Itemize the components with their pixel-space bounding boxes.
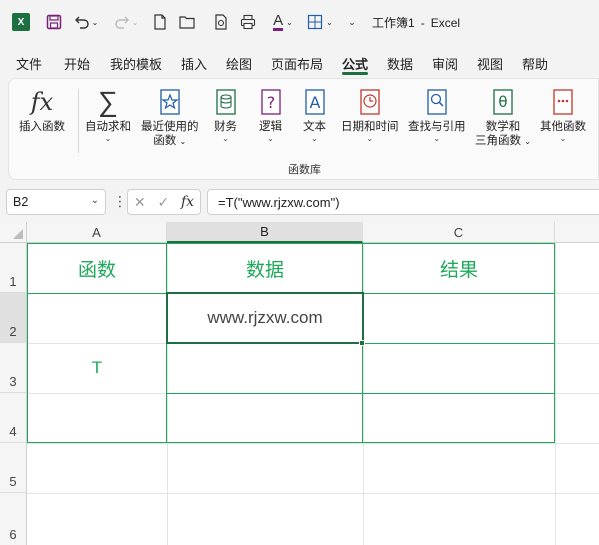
tab-data[interactable]: 数据 bbox=[387, 54, 413, 73]
fx-icon: fx bbox=[30, 88, 54, 116]
row-header-2[interactable]: 2 bbox=[0, 293, 27, 343]
cell-a2-merged[interactable]: T bbox=[27, 293, 167, 443]
selected-cell-outline bbox=[166, 292, 364, 344]
new-file-icon[interactable] bbox=[150, 10, 170, 34]
theta-book-icon: θ bbox=[492, 87, 514, 117]
chevron-down-icon: ⌄ bbox=[366, 134, 374, 143]
column-header-b[interactable]: B bbox=[167, 222, 363, 243]
formula-controls: ✕ ✓ fx bbox=[127, 189, 201, 215]
sigma-icon: ∑ bbox=[98, 86, 118, 117]
cell-b1[interactable]: 数据 bbox=[167, 243, 363, 293]
more-options-icon[interactable]: ⋮ bbox=[113, 193, 127, 210]
font-color-icon[interactable]: A ⌄ bbox=[266, 10, 300, 34]
ribbon-panel: fx 插入函数 ∑ 自动求和 ⌄ 最近使用的 函数 ⌄ 财务 ⌄ ? 逻辑 ⌄ A… bbox=[8, 78, 599, 180]
math-trig-button[interactable]: θ 数学和 三角函数 ⌄ bbox=[475, 87, 531, 149]
print-icon[interactable] bbox=[238, 10, 258, 34]
date-time-button[interactable]: 日期和时间 ⌄ bbox=[341, 87, 399, 144]
column-header-a[interactable]: A bbox=[27, 222, 167, 243]
more-functions-icon bbox=[552, 87, 574, 117]
cell-c1[interactable]: 结果 bbox=[363, 243, 555, 293]
row-header-5[interactable]: 5 bbox=[0, 443, 27, 493]
tab-file[interactable]: 文件 bbox=[16, 54, 42, 73]
tab-draw[interactable]: 绘图 bbox=[226, 54, 252, 73]
excel-logo-icon: X bbox=[12, 13, 30, 31]
logical-button[interactable]: ? 逻辑 ⌄ bbox=[259, 87, 282, 144]
name-box[interactable]: B2 ⌄ bbox=[6, 189, 106, 215]
svg-text:A: A bbox=[309, 93, 320, 112]
window-title: 工作簿1- Excel bbox=[372, 16, 461, 30]
select-all-button[interactable] bbox=[0, 222, 27, 243]
borders-icon[interactable]: ⌄ bbox=[303, 10, 337, 34]
chevron-down-icon: ⌄ bbox=[222, 134, 229, 143]
chevron-down-icon: ⌄ bbox=[311, 134, 318, 143]
tab-view[interactable]: 视图 bbox=[477, 54, 503, 73]
chevron-down-icon: ⌄ bbox=[433, 134, 441, 143]
column-header-c[interactable]: C bbox=[363, 222, 555, 243]
financial-icon bbox=[215, 87, 237, 117]
save-icon[interactable] bbox=[44, 10, 64, 34]
redo-icon[interactable]: ⌄ bbox=[112, 10, 140, 34]
clock-book-icon bbox=[359, 87, 381, 117]
tab-page-layout[interactable]: 页面布局 bbox=[271, 54, 323, 73]
more-functions-button[interactable]: 其他函数 ⌄ bbox=[540, 87, 586, 144]
tab-insert[interactable]: 插入 bbox=[181, 54, 207, 73]
chevron-down-icon: ⌄ bbox=[267, 134, 274, 143]
tab-review[interactable]: 审阅 bbox=[432, 54, 458, 73]
column-header-d[interactable] bbox=[555, 222, 599, 243]
star-book-icon bbox=[159, 87, 181, 117]
insert-function-icon[interactable]: fx bbox=[181, 194, 194, 210]
gridline bbox=[27, 443, 599, 444]
fill-handle[interactable] bbox=[359, 340, 365, 346]
open-folder-icon[interactable] bbox=[177, 10, 197, 34]
text-button[interactable]: A 文本 ⌄ bbox=[303, 87, 326, 144]
active-tab-indicator bbox=[342, 72, 368, 75]
tab-help[interactable]: 帮助 bbox=[522, 54, 548, 73]
gridline bbox=[27, 493, 599, 494]
financial-button[interactable]: 财务 ⌄ bbox=[214, 87, 237, 144]
gridline bbox=[555, 243, 556, 545]
customize-toolbar-icon[interactable]: ⌄ bbox=[344, 10, 360, 34]
row-header-4[interactable]: 4 bbox=[0, 393, 27, 443]
check-icon[interactable]: ✓ bbox=[157, 194, 169, 211]
print-preview-icon[interactable] bbox=[211, 10, 231, 34]
undo-icon[interactable]: ⌄ bbox=[72, 10, 100, 34]
tab-home[interactable]: 开始 bbox=[64, 54, 90, 73]
row-header-3[interactable]: 3 bbox=[0, 343, 27, 393]
row-header-1[interactable]: 1 bbox=[0, 243, 27, 293]
magnifier-book-icon bbox=[426, 87, 448, 117]
cancel-icon[interactable]: ✕ bbox=[134, 194, 146, 211]
tab-my-templates[interactable]: 我的模板 bbox=[110, 54, 162, 73]
text-book-icon: A bbox=[304, 87, 326, 117]
formula-input[interactable]: =T("www.rjzxw.com") bbox=[207, 189, 599, 215]
chevron-down-icon: ⌄ bbox=[104, 134, 112, 143]
svg-text:θ: θ bbox=[498, 93, 507, 111]
chevron-down-icon: ⌄ bbox=[559, 134, 567, 143]
question-book-icon: ? bbox=[260, 87, 282, 117]
worksheet-grid[interactable]: A B C 1 2 3 4 5 6 函数 数据 结果 T www.rjzxw.c… bbox=[0, 222, 599, 545]
autosum-button[interactable]: ∑ 自动求和 ⌄ bbox=[85, 86, 131, 144]
function-library-label: 函数库 bbox=[288, 164, 321, 176]
insert-function-button[interactable]: fx 插入函数 bbox=[19, 87, 65, 134]
row-header-6[interactable]: 6 bbox=[0, 493, 27, 545]
lookup-reference-button[interactable]: 查找与引用 ⌄ bbox=[408, 87, 466, 144]
recently-used-button[interactable]: 最近使用的 函数 ⌄ bbox=[141, 87, 199, 149]
ribbon-separator bbox=[78, 89, 79, 153]
ribbon-tabs: 文件 开始 我的模板 插入 绘图 页面布局 公式 数据 审阅 视图 帮助 bbox=[0, 48, 599, 76]
tab-formulas[interactable]: 公式 bbox=[342, 54, 368, 73]
cell-a1[interactable]: 函数 bbox=[27, 243, 167, 293]
title-bar: X ⌄ ⌄ A ⌄ ⌄ ⌄ 工作簿1- Excel bbox=[0, 0, 599, 44]
svg-text:?: ? bbox=[266, 93, 275, 112]
chevron-down-icon[interactable]: ⌄ bbox=[91, 195, 99, 206]
table-border bbox=[167, 393, 555, 394]
